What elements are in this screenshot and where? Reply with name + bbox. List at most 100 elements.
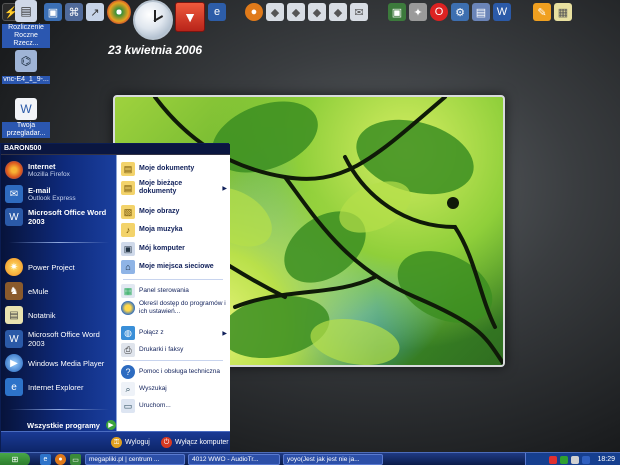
word-icon: W <box>5 208 23 226</box>
folder-recent-icon: ▤ <box>121 181 135 195</box>
taskbar-clock: 18:29 <box>597 456 615 463</box>
all-programs-label: Wszystkie programy <box>27 420 100 430</box>
tools-label: Pomoc i obsługa techniczna <box>139 368 220 375</box>
shortcut-icon[interactable]: ↗ <box>86 3 104 21</box>
shutdown-button[interactable]: ⏻ Wyłącz komputer <box>161 437 229 448</box>
arrow-left-icon-1[interactable]: ◆ <box>266 3 284 21</box>
recent-label: Windows Media Player <box>28 358 105 368</box>
tools-icon[interactable]: ✦ <box>409 3 427 21</box>
word-icon[interactable]: W <box>493 3 511 21</box>
quicklaunch-desktop-icon[interactable]: ▭ <box>70 454 81 465</box>
recent-media-player[interactable]: ▶ Windows Media Player <box>5 353 113 373</box>
tray-network-icon[interactable] <box>560 455 569 464</box>
network-icon[interactable]: ⌘ <box>65 3 83 21</box>
arrow-left-icon-2[interactable]: ◆ <box>287 3 305 21</box>
settings-separator <box>123 360 223 361</box>
download-manager-icon[interactable]: ▼ <box>175 2 205 32</box>
media-player-icon[interactable] <box>107 0 131 24</box>
tax-form-icon: ▤ <box>15 0 37 22</box>
pinned-email[interactable]: ✉ E-mail Outlook Express <box>5 184 113 204</box>
recent-internet-explorer[interactable]: e Internet Explorer <box>5 377 113 397</box>
task-button[interactable]: yoyo(Jest jak jest nie ja... <box>283 454 383 465</box>
desktop-icon-browser-doc[interactable]: W Twoja przegladar... <box>2 98 50 138</box>
printers-faxes[interactable]: ⎙ Drukarki i faksy <box>121 343 227 357</box>
connect-to[interactable]: ◍ Połącz z ▶ <box>121 326 227 340</box>
start-menu-header: BARON500 <box>1 144 230 155</box>
task-label: megapliki.pl | centrum ... <box>89 456 160 463</box>
shutdown-label: Wyłącz komputer <box>175 439 229 446</box>
recent-label: Notatnik <box>28 310 56 320</box>
folder-tools-icon[interactable]: ▤ <box>472 3 490 21</box>
notepad-icon[interactable]: ▦ <box>554 3 572 21</box>
settings-label: Panel sterowania <box>139 287 189 294</box>
settings-icon[interactable]: ⚙ <box>451 3 469 21</box>
place-my-computer[interactable]: ▣ Mój komputer <box>121 242 227 256</box>
recent-word[interactable]: W Microsoft Office Word 2003 <box>5 329 113 349</box>
control-panel[interactable]: ▦ Panel sterowania <box>121 284 227 298</box>
all-programs-button[interactable]: Wszystkie programy ▶ <box>27 420 116 430</box>
tray-volume-icon[interactable] <box>571 455 580 464</box>
place-label: Mój komputer <box>139 245 185 252</box>
pinned-word[interactable]: W Microsoft Office Word 2003 <box>5 207 113 227</box>
ie-icon: e <box>5 378 23 396</box>
help-icon: ? <box>121 365 135 379</box>
recent-power-project[interactable]: ✷ Power Project <box>5 257 113 277</box>
start-button[interactable]: ⊞ <box>0 453 30 465</box>
desktop-icon-tax-form[interactable]: ▤ Rozliczenie Roczne Rzecz... <box>2 0 50 48</box>
place-my-documents[interactable]: ▤ Moje dokumenty <box>121 162 227 176</box>
ie-icon[interactable]: e <box>208 3 226 21</box>
document-icon: W <box>15 98 37 120</box>
recent-emule[interactable]: ♞ eMule <box>5 281 113 301</box>
recent-label: Internet Explorer <box>28 382 84 392</box>
opera-icon[interactable]: O <box>430 3 448 21</box>
place-my-music[interactable]: ♪ Moja muzyka <box>121 223 227 237</box>
quicklaunch-ie-icon[interactable]: e <box>40 454 51 465</box>
power-icon: ⏻ <box>161 437 172 448</box>
top-launchers-1: ▣ ⌘ ↗ <box>44 0 131 24</box>
envelope-icon[interactable]: ✉ <box>350 3 368 21</box>
logoff-button[interactable]: ⚿ Wyloguj <box>111 437 150 448</box>
quicklaunch-firefox-icon[interactable]: ● <box>55 454 66 465</box>
program-access[interactable]: Określ dostęp do programów i ich ustawie… <box>121 300 227 316</box>
tray-antivirus-icon[interactable] <box>549 455 558 464</box>
word-icon: W <box>5 330 23 348</box>
power-project-icon: ✷ <box>5 258 23 276</box>
pencil-icon[interactable]: ✎ <box>533 3 551 21</box>
user-name: BARON500 <box>4 145 42 152</box>
place-my-pictures[interactable]: ▧ Moje obrazy <box>121 205 227 219</box>
outlook-express-icon: ✉ <box>5 185 23 203</box>
arrow-left-icon-4[interactable]: ◆ <box>329 3 347 21</box>
task-button[interactable]: 4012 WWO - AudioTr... <box>188 454 280 465</box>
place-recent-documents[interactable]: ▤ Moje bieżące dokumenty ▶ <box>121 180 227 196</box>
desktop-icon-label: Rozliczenie Roczne Rzecz... <box>2 24 50 48</box>
task-button[interactable]: megapliki.pl | centrum ... <box>85 454 185 465</box>
top-launchers-4: ▣ ✦ O ⚙ ▤ W <box>388 0 511 24</box>
firefox-icon[interactable]: ● <box>245 3 263 21</box>
settings-label: Drukarki i faksy <box>139 346 184 353</box>
places-separator <box>123 279 223 280</box>
pinned-title: E-mail <box>28 185 51 195</box>
top-right-launchers: ✎ ▦ <box>533 0 572 24</box>
search[interactable]: ⌕ Wyszukaj <box>121 382 227 396</box>
desktop-icon-vnc[interactable]: ⌬ vnc-E4_1_9-... <box>2 50 50 84</box>
installer-icon: ⌬ <box>15 50 37 72</box>
analog-clock-icon[interactable] <box>133 0 173 40</box>
control-panel-icon: ▦ <box>121 284 135 298</box>
run[interactable]: ▭ Uruchom... <box>121 399 227 413</box>
arrow-left-icon-3[interactable]: ◆ <box>308 3 326 21</box>
place-label: Moja muzyka <box>139 226 183 233</box>
emule-icon: ♞ <box>5 282 23 300</box>
key-icon: ⚿ <box>111 437 122 448</box>
pinned-title: Microsoft Office Word 2003 <box>28 208 107 226</box>
pinned-internet[interactable]: Internet Mozilla Firefox <box>5 160 113 180</box>
display-icon[interactable]: ▣ <box>388 3 406 21</box>
place-network[interactable]: ⌂ Moje miejsca sieciowe <box>121 260 227 274</box>
folder-music-icon: ♪ <box>121 223 135 237</box>
recent-notatnik[interactable]: ▤ Notatnik <box>5 305 113 325</box>
recent-label: Microsoft Office Word 2003 <box>28 330 100 348</box>
pinned-subtitle: Mozilla Firefox <box>28 170 70 178</box>
tray-bluetooth-icon[interactable] <box>582 455 591 464</box>
recent-label: eMule <box>28 286 49 296</box>
computer-icon: ▣ <box>121 242 135 256</box>
help-support[interactable]: ? Pomoc i obsługa techniczna <box>121 365 227 379</box>
